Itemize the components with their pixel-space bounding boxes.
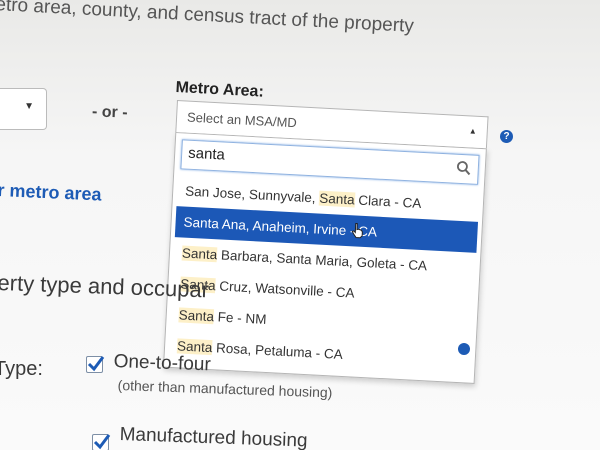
or-separator: - or - xyxy=(91,103,128,122)
option-match-highlight: Santa xyxy=(183,214,220,232)
one-to-four-sublabel: (other than manufactured housing) xyxy=(117,377,333,401)
one-to-four-checkbox[interactable] xyxy=(86,356,105,373)
county-select[interactable]: ▼ xyxy=(0,88,47,130)
checkmark-icon xyxy=(93,434,111,450)
option-match-highlight: Santa xyxy=(319,190,356,208)
options-list: San Jose, Sunnyvale, Santa Clara - CA San… xyxy=(168,175,479,377)
type-label: Type: xyxy=(0,358,43,380)
option-text: Fe - NM xyxy=(213,309,267,327)
manufactured-housing-label: Manufactured housing xyxy=(119,424,308,450)
option-text: Cruz, Watsonville - CA xyxy=(215,278,355,301)
search-icon xyxy=(457,161,471,176)
info-icon[interactable] xyxy=(458,343,470,355)
question-icon[interactable]: ? xyxy=(500,130,513,143)
search-input[interactable] xyxy=(187,144,449,176)
select-placeholder: Select an MSA/MD xyxy=(186,109,298,131)
dropdown-panel: San Jose, Sunnyvale, Santa Clara - CASan… xyxy=(162,131,487,384)
chevron-up-icon: ▲ xyxy=(468,126,478,136)
option-text: Barbara, Santa Maria, Goleta - CA xyxy=(216,247,428,274)
option-text: San Jose, Sunnyvale, xyxy=(184,183,320,206)
chevron-down-icon: ▼ xyxy=(24,101,34,112)
hand-cursor-icon xyxy=(351,223,363,239)
manufactured-housing-checkbox[interactable] xyxy=(92,434,111,450)
enter-metro-area-link[interactable]: r metro area xyxy=(0,180,102,206)
checkmark-icon xyxy=(87,356,105,372)
metro-area-label: Metro Area: xyxy=(175,79,265,101)
instruction-text: etro area, county, and census tract of t… xyxy=(0,0,415,37)
metro-area-dropdown[interactable]: Select an MSA/MD ▲ San Jose, Sunnyvale, … xyxy=(162,100,489,384)
option-match-highlight: Santa xyxy=(181,245,218,263)
page: etro area, county, and census tract of t… xyxy=(0,0,600,450)
option-match-highlight: Santa xyxy=(178,307,215,325)
option-text: Rosa, Petaluma - CA xyxy=(211,340,344,363)
one-to-four-label: One-to-four xyxy=(113,351,212,376)
option-text: Clara - CA xyxy=(354,192,422,211)
